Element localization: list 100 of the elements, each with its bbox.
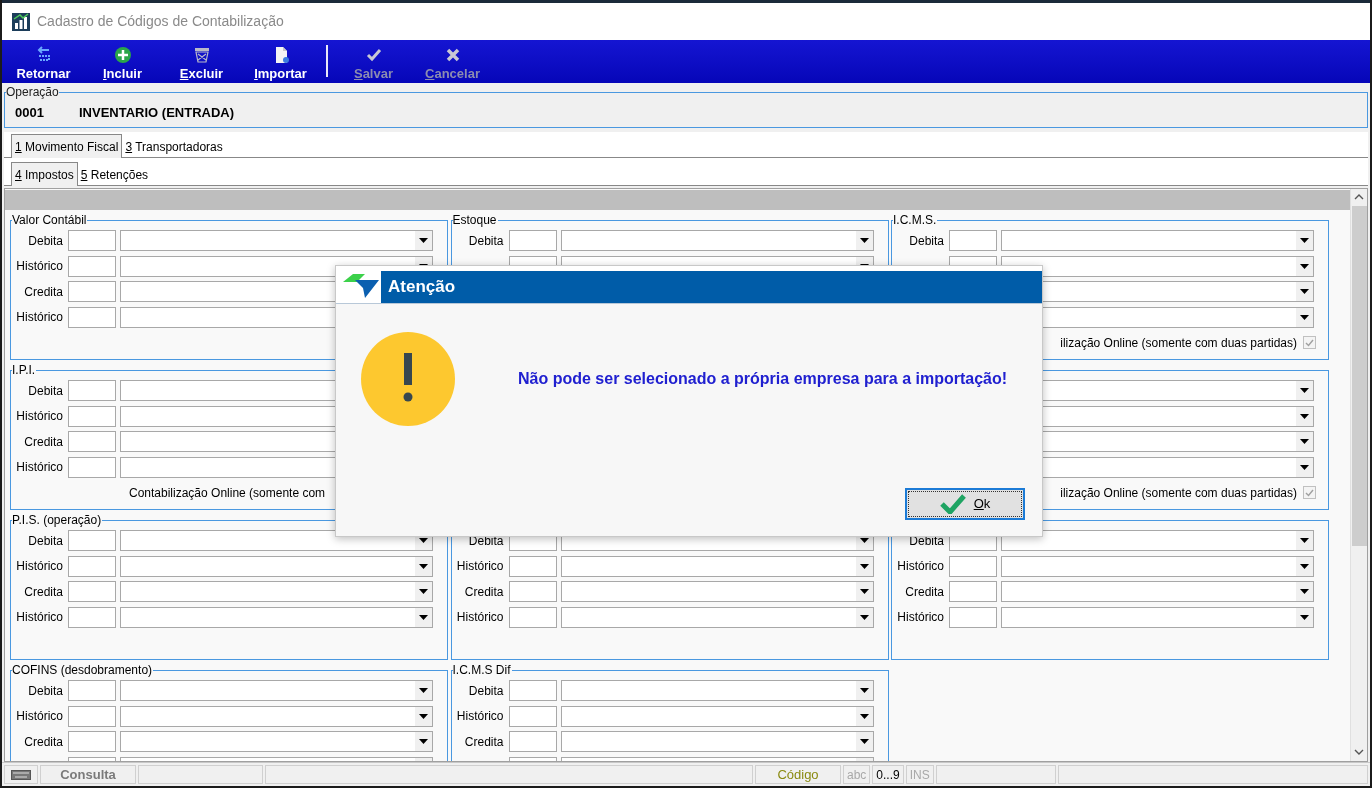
caret-icon xyxy=(1300,439,1309,444)
field-label: Credita xyxy=(23,283,63,301)
code-field[interactable] xyxy=(508,581,557,602)
status-indicator: INS xyxy=(909,766,930,784)
code-field[interactable] xyxy=(68,456,116,478)
dropdown-field[interactable] xyxy=(1001,255,1314,277)
dropdown-field[interactable] xyxy=(1001,230,1314,251)
code-field[interactable] xyxy=(508,230,557,251)
code-field[interactable] xyxy=(68,705,116,727)
caret-icon xyxy=(1300,413,1309,419)
group-title: I.P.I. xyxy=(12,363,37,377)
code-field[interactable] xyxy=(949,555,997,577)
code-field[interactable] xyxy=(68,431,116,452)
field-label: Histórico xyxy=(15,558,63,575)
dropdown-field[interactable] xyxy=(120,230,433,251)
caret-icon xyxy=(1300,563,1309,569)
toolbar-button[interactable]: Excluir xyxy=(162,46,241,81)
code-field[interactable] xyxy=(949,230,997,251)
code-field[interactable] xyxy=(508,680,557,701)
dropdown-field[interactable] xyxy=(120,606,433,628)
code-field[interactable] xyxy=(68,555,116,577)
code-field[interactable] xyxy=(68,530,116,551)
code-field[interactable] xyxy=(508,555,557,577)
tab[interactable]: 5 Retenções xyxy=(77,165,152,185)
dropdown-field[interactable] xyxy=(1001,581,1314,602)
chart-icon xyxy=(12,12,30,31)
caret-icon xyxy=(1300,464,1309,470)
check-icon xyxy=(1305,338,1314,347)
scrollbar[interactable] xyxy=(1350,189,1367,761)
caret-icon xyxy=(419,739,428,744)
dropdown-field[interactable] xyxy=(1001,530,1314,551)
code-field[interactable] xyxy=(68,680,116,701)
toolbar-button[interactable]: Retornar xyxy=(4,46,83,81)
code-field[interactable] xyxy=(68,281,116,302)
code-field[interactable] xyxy=(508,705,557,727)
field-label: Histórico xyxy=(15,408,63,425)
caret-icon xyxy=(1300,289,1309,294)
dropdown-field[interactable] xyxy=(1001,606,1314,628)
field-label: Histórico xyxy=(15,708,63,725)
dropdown-field[interactable] xyxy=(560,581,874,602)
code-field[interactable] xyxy=(508,606,557,628)
checkbox[interactable] xyxy=(1303,336,1316,349)
dropdown-field[interactable] xyxy=(560,680,874,701)
dropdown-field[interactable] xyxy=(1001,555,1314,577)
code-field[interactable] xyxy=(949,581,997,602)
code-field[interactable] xyxy=(68,731,116,752)
toolbar-button[interactable]: Importar xyxy=(241,46,320,81)
field-label: Histórico xyxy=(15,459,63,476)
dropdown-field[interactable] xyxy=(560,555,874,577)
code-field[interactable] xyxy=(508,731,557,752)
field-label: Histórico xyxy=(15,309,63,326)
code-field[interactable] xyxy=(68,405,116,427)
dropdown-field[interactable] xyxy=(560,731,874,752)
tab[interactable]: 1 Movimento Fiscal xyxy=(11,134,123,158)
caret-icon xyxy=(1300,614,1309,620)
code-field[interactable] xyxy=(68,581,116,602)
caret-icon xyxy=(859,563,869,569)
option-label: ilização Online (somente com duas partidas) xyxy=(1060,484,1297,502)
code-field[interactable] xyxy=(949,606,997,628)
keyboard-icon xyxy=(11,769,31,780)
dropdown-field[interactable] xyxy=(120,731,433,752)
code-field[interactable] xyxy=(68,230,116,251)
caret-icon xyxy=(419,563,428,569)
code-field[interactable] xyxy=(68,606,116,628)
dropdown-field[interactable] xyxy=(120,680,433,701)
group-title: P.I.S. (operação) xyxy=(12,513,103,527)
dropdown-field[interactable] xyxy=(560,230,874,251)
tab[interactable]: 4 Impostos xyxy=(11,162,78,186)
field-label: Debita xyxy=(467,682,504,700)
dropdown-field[interactable] xyxy=(120,581,433,602)
ok-button[interactable]: Ok xyxy=(905,488,1025,520)
field-label: Histórico xyxy=(896,558,944,575)
operation-code: 0001 xyxy=(15,104,45,122)
tab[interactable]: 3 Transportadoras xyxy=(122,137,226,157)
dropdown-field[interactable] xyxy=(120,555,433,577)
caret-icon xyxy=(859,713,869,719)
mode-indicator: Consulta xyxy=(60,765,116,784)
caret-icon xyxy=(859,688,869,693)
code-field[interactable] xyxy=(68,380,116,401)
scrollbar-thumb[interactable] xyxy=(1351,206,1367,546)
field-label: Credita xyxy=(904,583,944,601)
checkbox[interactable] xyxy=(1303,486,1316,499)
caret-icon xyxy=(859,238,869,243)
dropdown-field[interactable] xyxy=(120,705,433,727)
group-title: Valor Contábil xyxy=(12,213,88,227)
scroll-up-icon[interactable] xyxy=(1354,194,1364,200)
dropdown-field[interactable] xyxy=(560,705,874,727)
field-label: Credita xyxy=(23,583,63,601)
caret-icon xyxy=(859,614,869,620)
caret-icon xyxy=(419,713,428,719)
dropdown-field[interactable] xyxy=(560,606,874,628)
code-field[interactable] xyxy=(68,306,116,328)
dialog-message: Não pode ser selecionado a própria empresa para a importação! xyxy=(518,369,1008,389)
toolbar-button[interactable]: Incluir xyxy=(83,46,162,81)
code-field[interactable] xyxy=(68,255,116,277)
scroll-down-icon[interactable] xyxy=(1354,749,1364,755)
field-label: Histórico xyxy=(455,708,504,725)
option-label: ilização Online (somente com duas partidas) xyxy=(1060,334,1297,352)
field-label: Credita xyxy=(463,583,504,601)
field-label: Histórico xyxy=(455,558,504,575)
